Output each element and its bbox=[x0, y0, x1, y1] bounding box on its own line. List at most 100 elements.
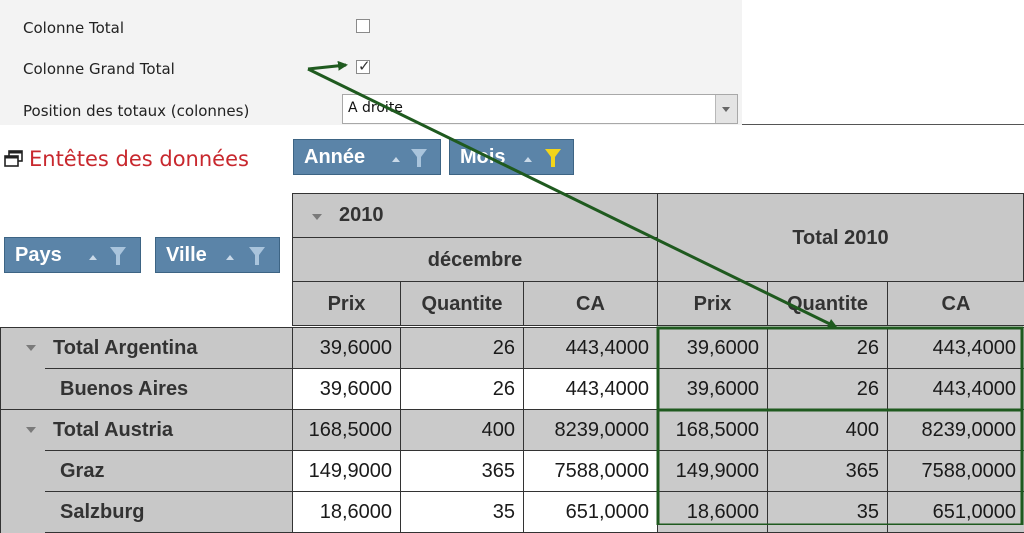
value-text: 39,6000 bbox=[319, 378, 392, 400]
value-cell: 168,5000 bbox=[292, 409, 401, 451]
value-text: 35 bbox=[856, 501, 879, 523]
field-label-city: Ville bbox=[166, 244, 207, 266]
row-header-city: Graz bbox=[44, 450, 293, 492]
chevron-down-icon[interactable] bbox=[312, 214, 322, 220]
totals-position-label: Position des totaux (colonnes) bbox=[23, 102, 250, 120]
field-label-month: Mois bbox=[460, 146, 506, 168]
value-cell: 18,6000 bbox=[657, 491, 768, 533]
sort-arrow-icon bbox=[392, 157, 400, 162]
value-cell: 8239,0000 bbox=[523, 409, 658, 451]
value-cell: 7588,0000 bbox=[523, 450, 658, 492]
value-text: 651,0000 bbox=[932, 501, 1016, 523]
dropdown-button[interactable] bbox=[715, 95, 737, 123]
value-cell: 149,9000 bbox=[657, 450, 768, 492]
field-button-year[interactable]: Année bbox=[293, 139, 441, 175]
value-cell: 26 bbox=[767, 327, 888, 369]
year-label: 2010 bbox=[339, 204, 384, 226]
value-cell: 8239,0000 bbox=[887, 409, 1024, 451]
value-cell: 7588,0000 bbox=[887, 450, 1024, 492]
row-label: Salzburg bbox=[60, 501, 145, 523]
value-cell: 443,4000 bbox=[887, 368, 1024, 410]
row-label: Total Austria bbox=[53, 419, 174, 441]
row-header-subtotal[interactable]: Total Argentina bbox=[0, 327, 293, 369]
value-cell: 365 bbox=[400, 450, 524, 492]
total-column-checkbox[interactable] bbox=[356, 19, 370, 33]
row-indent bbox=[0, 368, 45, 410]
value-text: 168,5000 bbox=[308, 419, 392, 441]
filter-icon[interactable] bbox=[109, 246, 127, 266]
measure-header: Prix bbox=[657, 281, 768, 326]
value-cell: 400 bbox=[400, 409, 524, 451]
grand-total-column-label: Colonne Grand Total bbox=[23, 60, 175, 78]
row-indent bbox=[0, 491, 45, 533]
value-text: 149,9000 bbox=[675, 460, 759, 482]
value-cell: 443,4000 bbox=[523, 327, 658, 369]
value-text: 168,5000 bbox=[675, 419, 759, 441]
value-text: 35 bbox=[492, 501, 515, 523]
divider bbox=[742, 124, 1024, 125]
checkmark-icon: ✓ bbox=[358, 57, 371, 75]
measure-label: CA bbox=[576, 293, 605, 315]
row-label: Graz bbox=[60, 460, 105, 482]
value-text: 365 bbox=[481, 460, 515, 482]
value-text: 400 bbox=[481, 419, 515, 441]
settings-panel: Colonne Total Colonne Grand Total ✓ Posi… bbox=[0, 0, 742, 125]
value-cell: 39,6000 bbox=[292, 368, 401, 410]
value-text: 26 bbox=[856, 378, 879, 400]
total-column-label: Colonne Total bbox=[23, 19, 125, 37]
data-headers-title: Entêtes des données bbox=[4, 147, 249, 171]
sort-arrow-icon bbox=[226, 255, 234, 260]
value-cell: 35 bbox=[767, 491, 888, 533]
field-label-year: Année bbox=[304, 146, 366, 168]
chevron-down-icon[interactable] bbox=[26, 427, 36, 433]
value-text: 651,0000 bbox=[565, 501, 649, 523]
windows-icon bbox=[4, 150, 23, 167]
total-year-label: Total 2010 bbox=[792, 227, 889, 249]
value-cell: 35 bbox=[400, 491, 524, 533]
chevron-down-icon[interactable] bbox=[26, 345, 36, 351]
filter-icon[interactable] bbox=[248, 246, 266, 266]
value-cell: 651,0000 bbox=[523, 491, 658, 533]
value-text: 39,6000 bbox=[686, 337, 759, 359]
field-button-month[interactable]: Mois bbox=[449, 139, 574, 175]
value-text: 365 bbox=[845, 460, 879, 482]
value-text: 8239,0000 bbox=[921, 419, 1016, 441]
value-text: 443,4000 bbox=[932, 378, 1016, 400]
filter-icon[interactable] bbox=[410, 148, 428, 168]
value-cell: 149,9000 bbox=[292, 450, 401, 492]
year-header[interactable]: 2010 bbox=[292, 193, 658, 238]
row-header-city: Buenos Aires bbox=[44, 368, 293, 410]
value-cell: 443,4000 bbox=[523, 368, 658, 410]
value-cell: 26 bbox=[767, 368, 888, 410]
totals-position-select[interactable]: A droite bbox=[342, 94, 738, 124]
value-text: 26 bbox=[492, 337, 515, 359]
month-header: décembre bbox=[292, 237, 658, 282]
measure-label: CA bbox=[941, 293, 971, 315]
sort-arrow-icon bbox=[524, 157, 532, 162]
value-cell: 39,6000 bbox=[292, 327, 401, 369]
row-label: Total Argentina bbox=[53, 337, 198, 359]
value-text: 18,6000 bbox=[686, 501, 759, 523]
row-header-city: Salzburg bbox=[44, 491, 293, 533]
value-text: 443,4000 bbox=[565, 378, 649, 400]
value-text: 7588,0000 bbox=[554, 460, 649, 482]
value-text: 8239,0000 bbox=[554, 419, 649, 441]
value-cell: 26 bbox=[400, 327, 524, 369]
total-year-header: Total 2010 bbox=[657, 193, 1024, 282]
data-headers-label: Entêtes des données bbox=[29, 147, 249, 171]
measure-header: CA bbox=[887, 281, 1024, 326]
field-button-city[interactable]: Ville bbox=[155, 237, 280, 273]
row-header-subtotal[interactable]: Total Austria bbox=[0, 409, 293, 451]
month-label: décembre bbox=[427, 249, 523, 271]
row-label: Buenos Aires bbox=[60, 378, 189, 400]
measure-header: Prix bbox=[292, 281, 401, 326]
measure-header: CA bbox=[523, 281, 658, 326]
value-text: 149,9000 bbox=[308, 460, 392, 482]
grand-total-column-checkbox[interactable]: ✓ bbox=[356, 57, 371, 75]
field-button-country[interactable]: Pays bbox=[4, 237, 141, 273]
value-cell: 18,6000 bbox=[292, 491, 401, 533]
filter-active-icon[interactable] bbox=[544, 148, 562, 168]
value-cell: 168,5000 bbox=[657, 409, 768, 451]
measure-label: Prix bbox=[693, 293, 732, 315]
value-cell: 651,0000 bbox=[887, 491, 1024, 533]
